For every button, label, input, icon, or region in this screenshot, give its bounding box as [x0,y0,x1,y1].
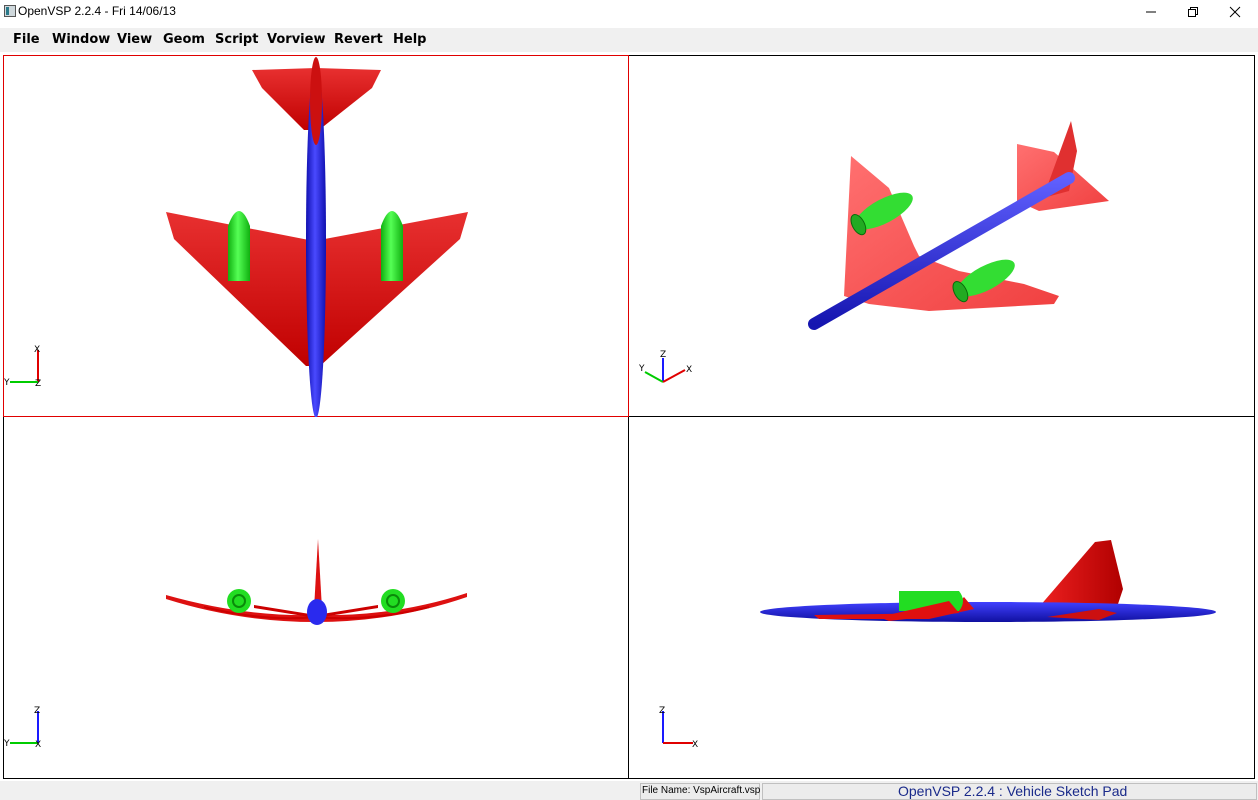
minimize-icon [1146,11,1156,12]
left-nacelle-front [227,589,251,613]
menu-bar: File Window View Geom Script Vorview Rev… [0,28,1258,52]
menu-file[interactable]: File [13,32,40,47]
viewport-front[interactable]: Z Y X [3,417,629,779]
menu-vorview[interactable]: Vorview [267,32,325,47]
menu-geom[interactable]: Geom [163,32,205,47]
svg-text:Y: Y [638,364,645,374]
app-name-label: OpenVSP 2.2.4 : Vehicle Sketch Pad [898,783,1128,799]
right-nacelle [381,211,403,281]
svg-text:Y: Y [4,378,10,388]
menu-revert[interactable]: Revert [334,32,383,47]
iso-view-canvas: Z Y X [638,121,1109,383]
title-bar[interactable]: OpenVSP 2.2.4 - Fri 14/06/13 [0,0,1258,23]
vertical-tail-front [314,539,322,609]
svg-text:Z: Z [660,350,666,360]
viewport-side[interactable]: Z X [629,417,1255,779]
window-title: OpenVSP 2.2.4 - Fri 14/06/13 [18,4,176,18]
axis-triad-top: X Y Z [4,345,41,389]
svg-text:Z: Z [35,379,41,389]
svg-text:X: X [686,365,692,375]
left-nacelle [228,211,250,281]
restore-icon [1188,6,1198,17]
menu-script[interactable]: Script [215,32,258,47]
menu-window[interactable]: Window [52,32,110,47]
svg-text:Z: Z [659,706,665,716]
menu-view[interactable]: View [117,32,152,47]
svg-text:X: X [34,345,40,355]
menu-help[interactable]: Help [393,32,426,47]
vertical-tail-side [1039,540,1123,607]
axis-triad-front: Z Y X [4,706,41,750]
minimize-button[interactable] [1128,0,1174,23]
status-bar: File Name: VspAircraft.vsp OpenVSP 2.2.4… [0,781,1258,800]
axis-triad-iso: Z Y X [638,350,692,383]
close-icon [1229,6,1241,17]
front-view-canvas: Z Y X [4,539,467,750]
restore-button[interactable] [1170,0,1216,23]
right-nacelle-front [381,589,405,613]
file-name-label: File Name: VspAircraft.vsp [642,785,761,796]
axis-triad-side: Z X [659,706,698,750]
viewport-isometric[interactable]: Z Y X [629,55,1255,417]
svg-text:Z: Z [34,706,40,716]
vertical-tail-top [310,57,322,145]
viewport-top[interactable]: X Y Z [3,55,629,418]
svg-text:X: X [692,740,698,750]
svg-text:Y: Y [4,739,10,749]
side-view-canvas: Z X [659,540,1216,750]
svg-text:X: X [35,740,41,750]
close-button[interactable] [1212,0,1258,23]
openvsp-app-icon [4,5,16,17]
fuselage-front [307,599,327,625]
top-view-canvas: X Y Z [4,57,468,418]
